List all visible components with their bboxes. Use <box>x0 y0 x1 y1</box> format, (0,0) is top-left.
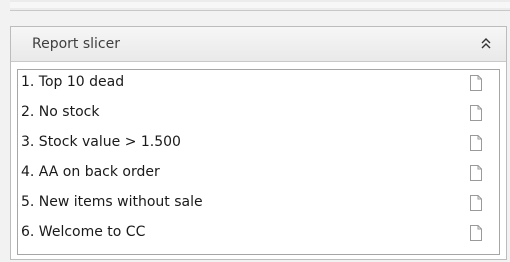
document-icon <box>469 165 483 181</box>
collapse-button[interactable] <box>476 35 496 53</box>
report-label: 2. No stock <box>21 104 100 120</box>
list-item-report-6[interactable]: 6. Welcome to CC <box>18 221 499 244</box>
panel-header: Report slicer <box>11 27 506 62</box>
document-icon <box>469 225 483 241</box>
list-item-report-5[interactable]: 5. New items without sale <box>18 191 499 214</box>
report-label: 4. AA on back order <box>21 164 160 180</box>
report-slicer-panel: Report slicer 1. Top 10 dead 2. No stock <box>10 26 507 260</box>
top-separator-strip <box>10 0 510 11</box>
list-item-report-1[interactable]: 1. Top 10 dead <box>18 71 499 94</box>
document-icon <box>469 105 483 121</box>
list-item-report-2[interactable]: 2. No stock <box>18 101 499 124</box>
list-item-report-4[interactable]: 4. AA on back order <box>18 161 499 184</box>
report-label: 5. New items without sale <box>21 194 203 210</box>
report-label: 3. Stock value > 1.500 <box>21 134 181 150</box>
document-icon <box>469 135 483 151</box>
report-label: 1. Top 10 dead <box>21 74 125 90</box>
document-icon <box>469 75 483 91</box>
report-label: 6. Welcome to CC <box>21 224 146 240</box>
list-item-report-3[interactable]: 3. Stock value > 1.500 <box>18 131 499 154</box>
report-list: 1. Top 10 dead 2. No stock 3. Stock valu… <box>17 69 500 255</box>
document-icon <box>469 195 483 211</box>
chevrons-up-icon <box>476 35 496 53</box>
panel-title: Report slicer <box>32 36 120 52</box>
